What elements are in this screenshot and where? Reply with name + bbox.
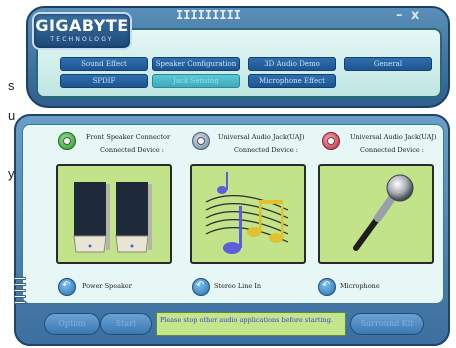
device-select-button[interactable]: ↶ <box>58 278 76 296</box>
connector-title: Universal Audio Jack(UAJ) <box>218 133 305 141</box>
jack-connector-icon <box>322 132 340 150</box>
connected-device-label: Connected Device : <box>360 146 424 154</box>
tab-3d-audio-demo[interactable]: 3D Audio Demo <box>248 57 336 71</box>
surround-kit-button[interactable]: Surround Kit <box>350 313 424 335</box>
device-name: Stereo Line In <box>214 282 262 290</box>
device-name: Power Speaker <box>82 282 132 290</box>
tab-general[interactable]: General <box>344 57 432 71</box>
gigabyte-logo: GIGABYTE TECHNOLOGY <box>32 12 132 50</box>
connected-device-label: Connected Device : <box>234 146 298 154</box>
close-button[interactable]: x <box>411 8 419 23</box>
minimize-button[interactable]: – <box>396 8 403 23</box>
device-display <box>56 164 172 264</box>
connector-title: Front Speaker Connector <box>86 133 171 141</box>
tab-jack-sensing[interactable]: Jack Sensing <box>152 74 240 88</box>
logo-subtext: TECHNOLOGY <box>50 36 114 43</box>
jack-connector-icon <box>192 132 210 150</box>
device-select-button[interactable]: ↶ <box>318 278 336 296</box>
music-notes-icon <box>205 172 289 254</box>
doc-text-fragment: u <box>8 108 16 123</box>
connected-device-label: Connected Device : <box>100 146 164 154</box>
device-select-button[interactable]: ↶ <box>192 278 210 296</box>
option-button[interactable]: Option <box>44 313 100 335</box>
tab-spdif[interactable]: SPDIF <box>60 74 148 88</box>
connector-title: Universal Audio Jack(UAJ) <box>350 133 437 141</box>
power-speaker-icon <box>73 182 152 253</box>
tab-microphone-effect[interactable]: Microphone Effect <box>248 74 336 88</box>
tab-speaker-configuration[interactable]: Speaker Configuration <box>152 57 240 71</box>
status-message: Please stop other audio applications bef… <box>156 312 346 336</box>
microphone-icon <box>353 174 414 251</box>
resize-grip-icon[interactable] <box>14 277 28 313</box>
logo-text: GIGABYTE <box>35 16 129 35</box>
tab-sound-effect[interactable]: Sound Effect <box>60 57 148 71</box>
doc-text-fragment: s <box>8 78 15 93</box>
device-display <box>318 164 434 264</box>
jack-connector-icon <box>58 132 76 150</box>
drag-grip-icon[interactable]: IIIIIIIII <box>176 8 241 22</box>
device-name: Microphone <box>340 282 380 290</box>
start-button[interactable]: Start <box>100 313 152 335</box>
device-display <box>190 164 306 264</box>
